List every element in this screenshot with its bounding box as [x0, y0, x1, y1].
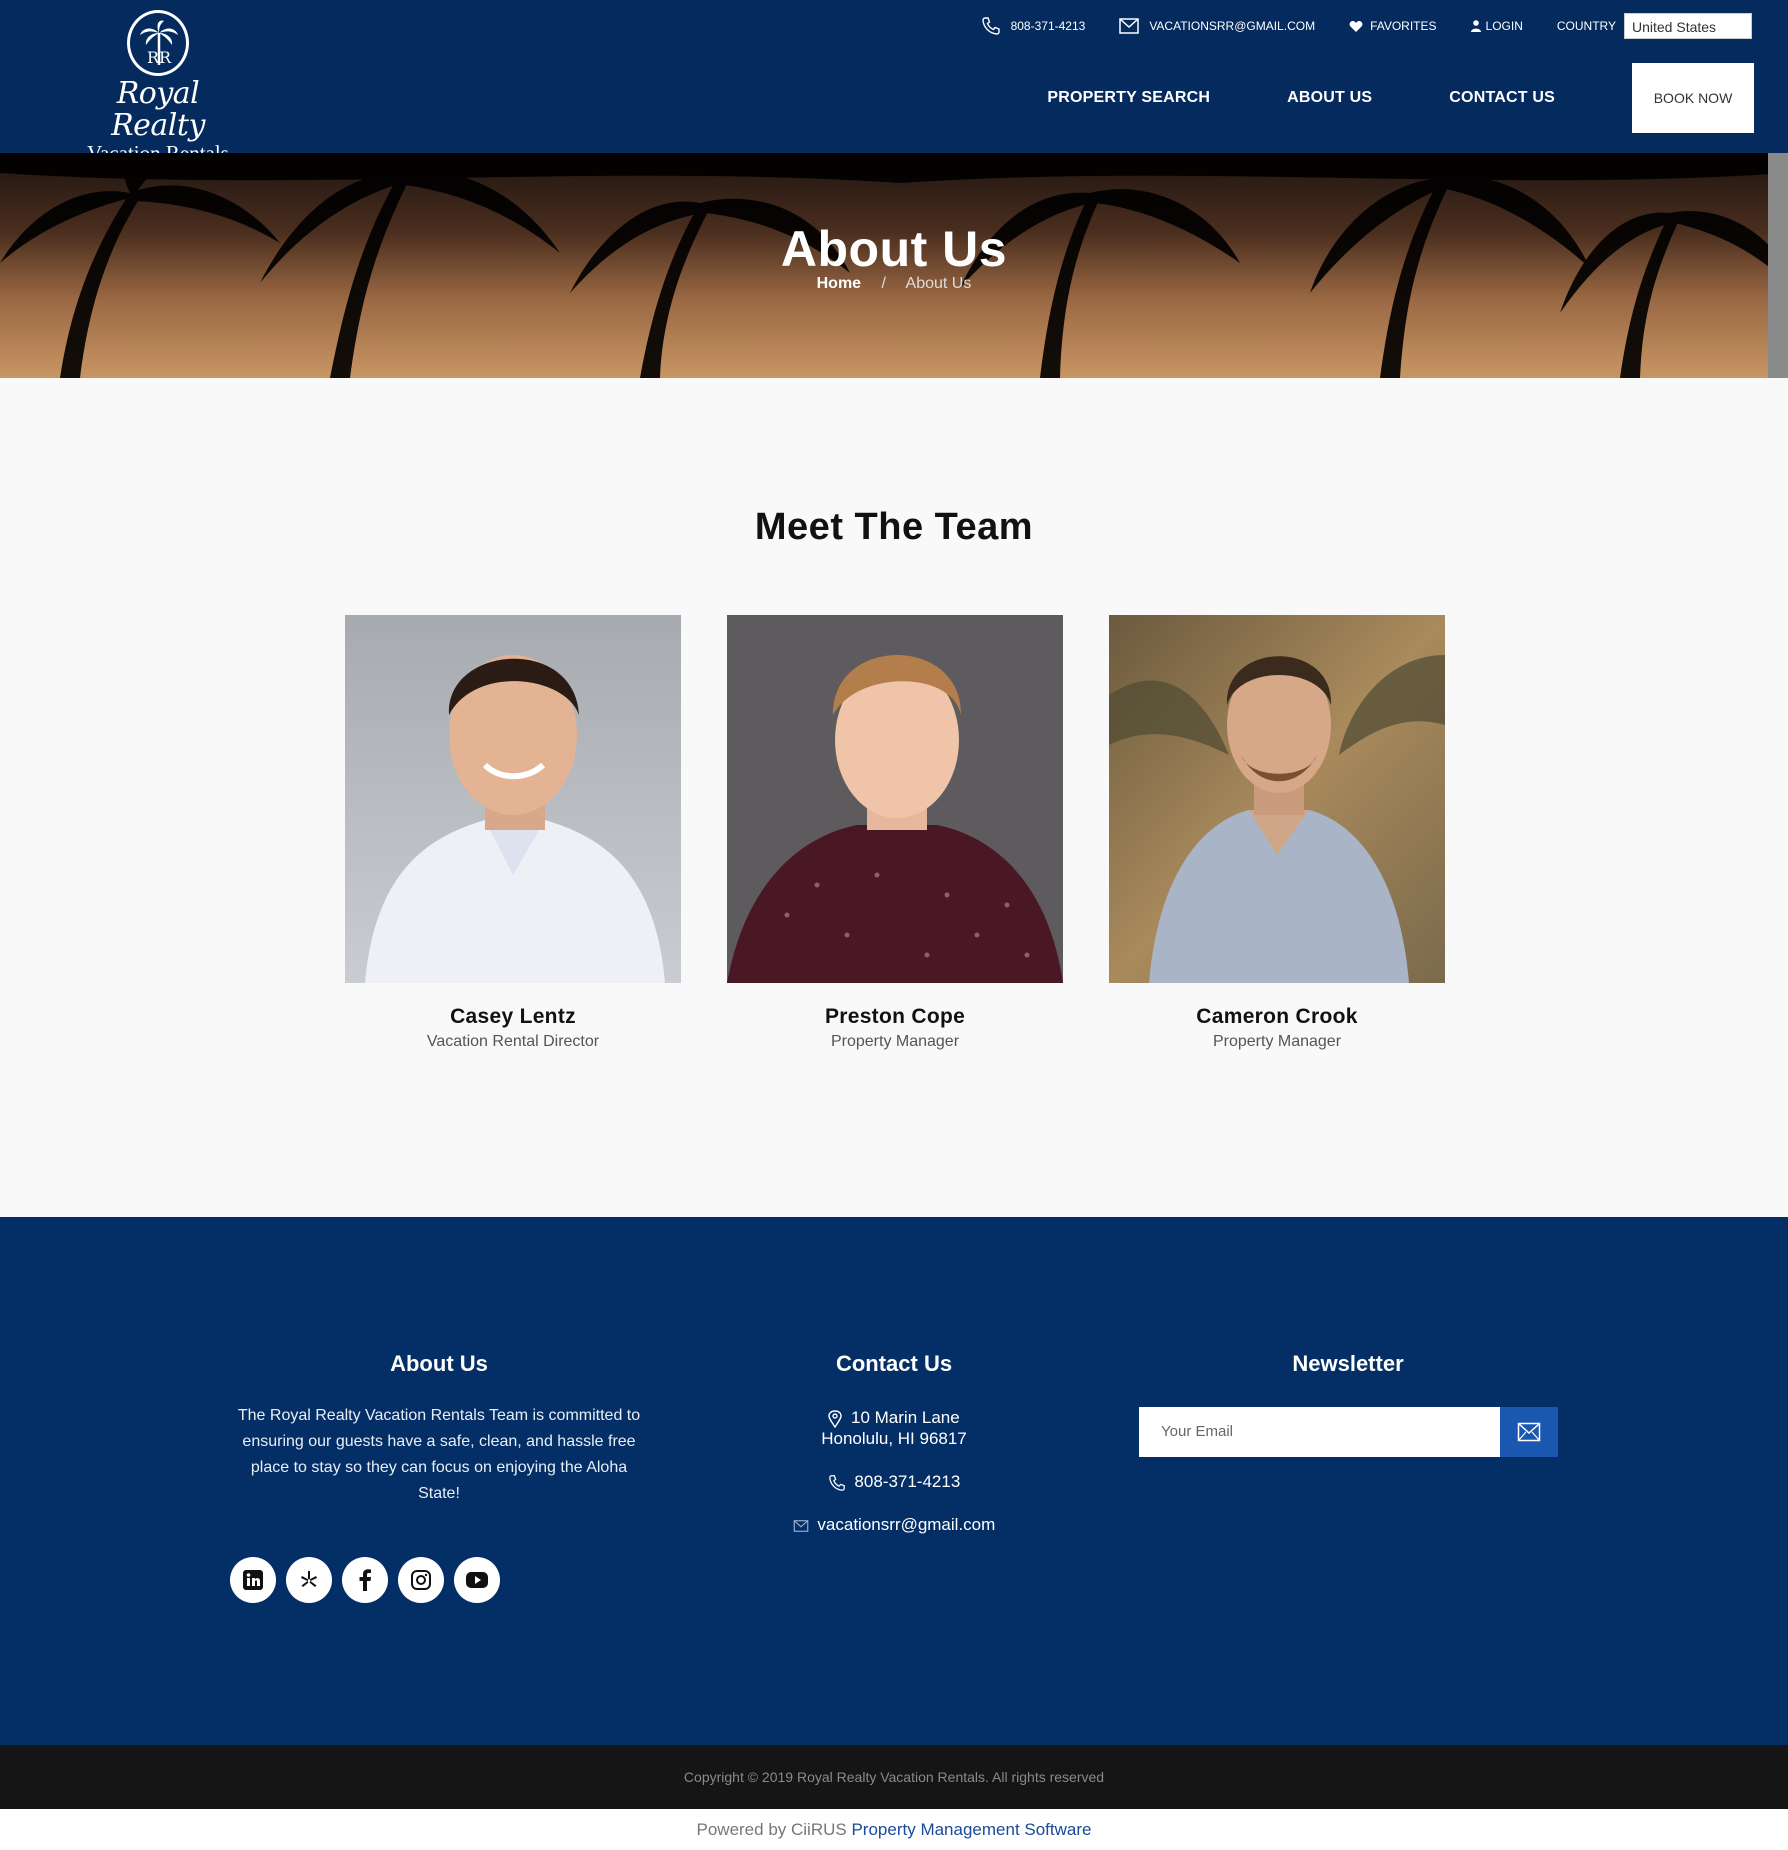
- site-header: RR Royal Realty Vacation Rentals 808-371…: [0, 0, 1788, 164]
- country-label: COUNTRY: [1556, 19, 1616, 33]
- footer-address: 10 Marin Lane Honolulu, HI 96817: [684, 1407, 1104, 1449]
- envelope-icon: [1119, 18, 1140, 34]
- topbar-login[interactable]: LOGIN: [1470, 19, 1523, 33]
- heart-icon: [1349, 20, 1363, 32]
- logo-script-text: Royal Realty: [111, 76, 205, 143]
- social-links: [230, 1557, 510, 1603]
- team-member-name: Casey Lentz: [450, 1005, 576, 1028]
- topbar-country: COUNTRY United States: [1557, 13, 1752, 39]
- nav-about-us[interactable]: ABOUT US: [1287, 89, 1372, 107]
- team-member-photo: [345, 615, 681, 983]
- powered-by-bar: Powered by CiiRUS Property Management So…: [0, 1809, 1788, 1850]
- yelp-icon[interactable]: [286, 1557, 332, 1603]
- topbar-email-text: VACATIONSRR@GMAIL.COM: [1149, 19, 1316, 33]
- team-member-photo: [1109, 615, 1445, 983]
- team-section-title: Meet The Team: [754, 506, 1034, 548]
- login-label: LOGIN: [1485, 19, 1523, 33]
- footer-email-text: vacationsrr@gmail.com: [817, 1515, 996, 1534]
- footer-newsletter-title: Newsletter: [1292, 1351, 1404, 1376]
- palm-emblem-icon: RR: [127, 10, 189, 76]
- topbar-email[interactable]: VACATIONSRR@GMAIL.COM: [1119, 18, 1315, 34]
- team-member-card: Preston Cope Property Manager: [727, 615, 1063, 1051]
- nav-property-search[interactable]: PROPERTY SEARCH: [1047, 89, 1210, 107]
- team-member-card: Casey Lentz Vacation Rental Director: [345, 615, 681, 1051]
- property-management-link[interactable]: Property Management Software: [851, 1820, 1091, 1839]
- team-member-card: Cameron Crook Property Manager: [1109, 615, 1445, 1051]
- site-footer: About Us The Royal Realty Vacation Renta…: [0, 1217, 1788, 1745]
- team-member-role: Property Manager: [830, 1033, 960, 1050]
- footer-email[interactable]: vacationsrr@gmail.com: [684, 1514, 1104, 1535]
- envelope-icon: [1517, 1422, 1541, 1442]
- site-logo[interactable]: RR Royal Realty Vacation Rentals: [68, 10, 248, 164]
- team-member-name: Cameron Crook: [1196, 1005, 1358, 1028]
- youtube-icon[interactable]: [454, 1557, 500, 1603]
- map-pin-icon: [828, 1409, 842, 1428]
- footer-phone-text: 808-371-4213: [854, 1472, 961, 1491]
- footer-contact-column: Contact Us 10 Marin Lane Honolulu, HI 96…: [684, 1351, 1104, 1535]
- book-now-button[interactable]: BOOK NOW: [1632, 63, 1754, 133]
- newsletter-form: Your Email: [1139, 1407, 1558, 1457]
- footer-contact-title: Contact Us: [835, 1351, 953, 1376]
- svg-text:RR: RR: [147, 48, 172, 67]
- country-select[interactable]: United States: [1624, 13, 1752, 39]
- nav-contact-us[interactable]: CONTACT US: [1449, 89, 1555, 107]
- footer-about-text: The Royal Realty Vacation Rentals Team i…: [237, 1407, 641, 1502]
- page-title: About Us: [780, 221, 1008, 277]
- address-line-1: 10 Marin Lane: [851, 1408, 960, 1427]
- favorites-label: FAVORITES: [1370, 19, 1437, 33]
- topbar-favorites[interactable]: FAVORITES: [1349, 19, 1437, 33]
- breadcrumb-current: About Us: [905, 275, 972, 292]
- topbar-phone-text: 808-371-4213: [1010, 19, 1086, 33]
- hero-banner: About Us Home / About Us: [0, 153, 1788, 378]
- team-member-role: Vacation Rental Director: [426, 1033, 600, 1050]
- address-line-2: Honolulu, HI 96817: [821, 1429, 967, 1448]
- footer-about-title: About Us: [390, 1351, 488, 1376]
- powered-by-text: Powered by CiiRUS: [696, 1820, 847, 1839]
- newsletter-submit-button[interactable]: [1500, 1407, 1558, 1457]
- phone-icon: [981, 17, 1000, 35]
- newsletter-email-input[interactable]: Your Email: [1139, 1407, 1500, 1457]
- phone-icon: [828, 1474, 845, 1491]
- team-member-role: Property Manager: [1212, 1033, 1342, 1050]
- breadcrumb: Home / About Us: [0, 275, 1788, 293]
- copyright-bar: Copyright © 2019 Royal Realty Vacation R…: [0, 1745, 1788, 1809]
- breadcrumb-separator: /: [881, 275, 886, 292]
- main-nav: PROPERTY SEARCH ABOUT US CONTACT US BOOK…: [1047, 63, 1754, 133]
- top-utility-bar: 808-371-4213 VACATIONSRR@GMAIL.COM FAVOR…: [947, 12, 1752, 40]
- footer-phone[interactable]: 808-371-4213: [684, 1471, 1104, 1492]
- topbar-phone[interactable]: 808-371-4213: [981, 16, 1086, 36]
- footer-about-column: About Us The Royal Realty Vacation Renta…: [229, 1351, 649, 1507]
- user-icon: [1470, 20, 1481, 32]
- team-member-name: Preston Cope: [824, 1005, 966, 1028]
- envelope-icon: [793, 1519, 808, 1532]
- facebook-icon[interactable]: [342, 1557, 388, 1603]
- linkedin-icon[interactable]: [230, 1557, 276, 1603]
- footer-newsletter-column: Newsletter: [1138, 1351, 1558, 1377]
- team-member-photo: [727, 615, 1063, 983]
- breadcrumb-home-link[interactable]: Home: [817, 275, 861, 292]
- instagram-icon[interactable]: [398, 1557, 444, 1603]
